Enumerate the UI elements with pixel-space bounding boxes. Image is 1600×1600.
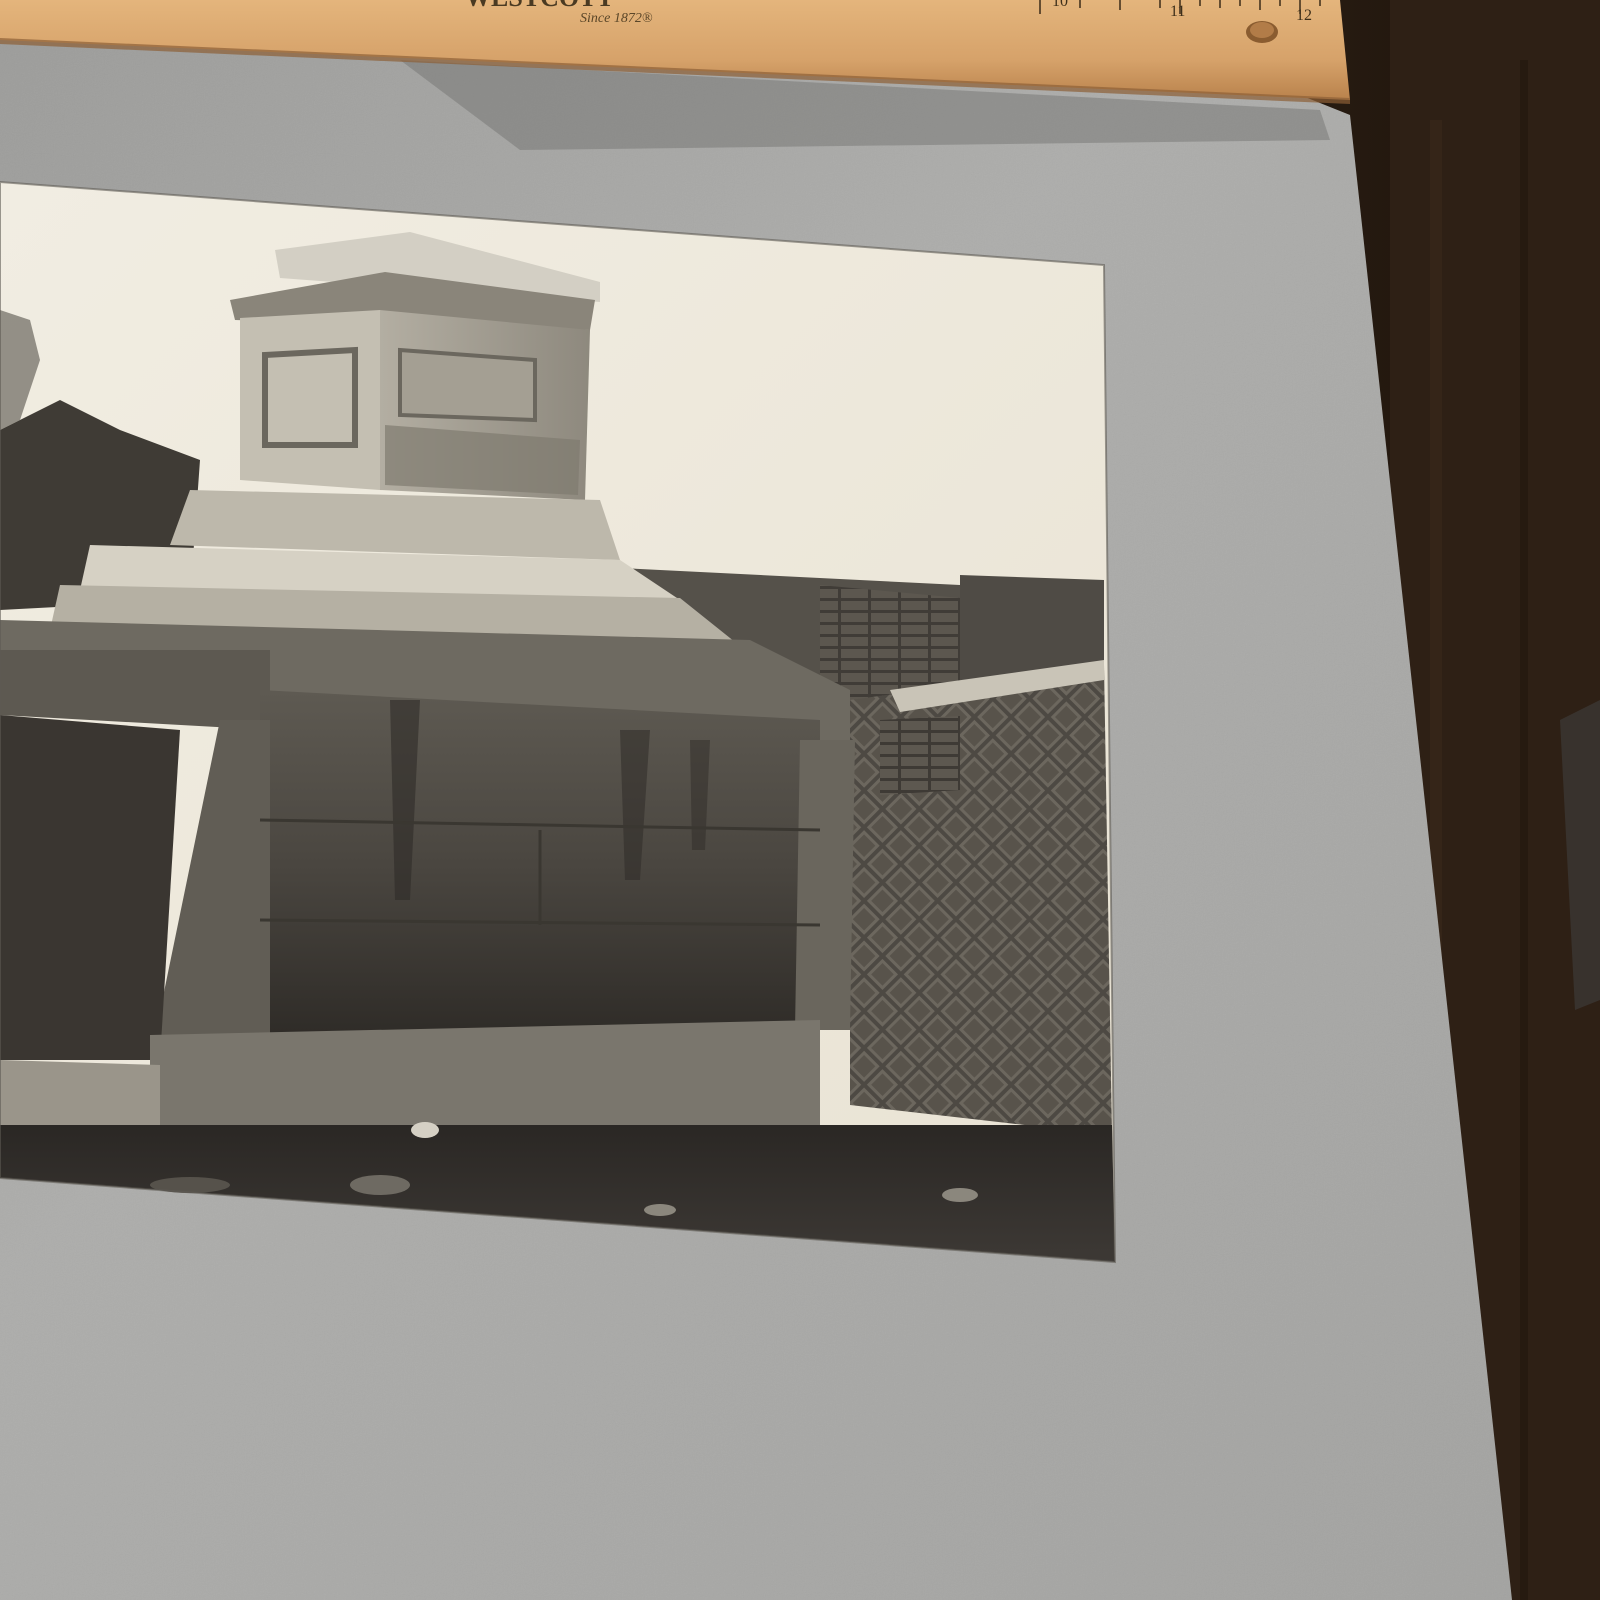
ruler-number-11: 11 bbox=[1170, 3, 1185, 20]
tomb-photograph bbox=[0, 180, 1117, 1264]
ruler-tagline: Since 1872® bbox=[580, 11, 653, 26]
ruler-number-12: 12 bbox=[1296, 7, 1312, 24]
photo-scene: WESTCOTT Since 1872® 10 11 12 bbox=[0, 0, 1600, 1600]
ruler-number-10: 10 bbox=[1052, 0, 1068, 10]
